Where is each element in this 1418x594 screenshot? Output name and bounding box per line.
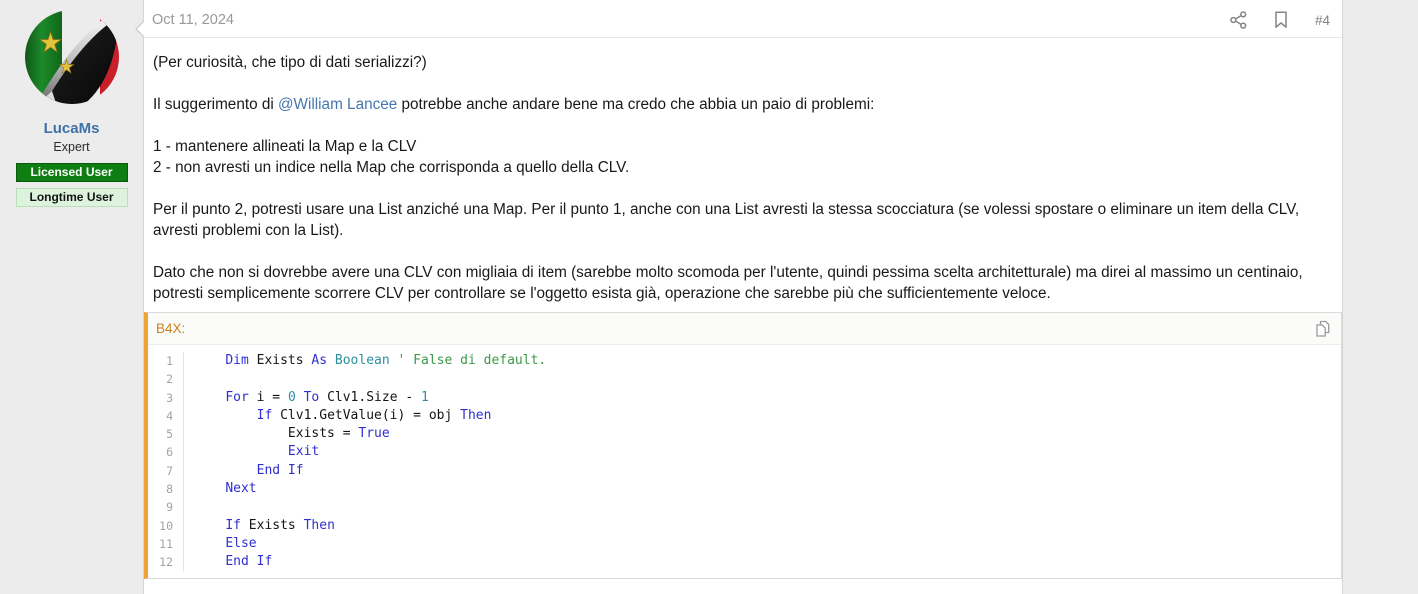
line-number: 2 (148, 370, 184, 388)
post-paragraph: 1 - mantenere allineati la Map e la CLV … (153, 136, 1333, 178)
code-text: Exists = True (184, 425, 390, 443)
line-number: 5 (148, 425, 184, 443)
user-badge: Longtime User (16, 188, 128, 207)
user-badges: Licensed User Longtime User (0, 163, 143, 207)
code-text: Else (184, 535, 257, 553)
code-line: 5 Exists = True (148, 425, 1341, 443)
code-text (184, 498, 202, 516)
code-line: 7 End If (148, 462, 1341, 480)
code-line: 12 End If (148, 553, 1341, 571)
code-text (184, 370, 202, 388)
code-line: 3 For i = 0 To Clv1.Size - 1 (148, 389, 1341, 407)
bookmark-icon[interactable] (1274, 11, 1288, 29)
avatar[interactable]: ★ ★ (22, 7, 122, 107)
code-line: 2 (148, 370, 1341, 388)
code-text: Dim Exists As Boolean ' False di default… (184, 352, 546, 370)
code-line: 8 Next (148, 480, 1341, 498)
user-mention-link[interactable]: @William Lancee (278, 96, 397, 113)
post-body: (Per curiosità, che tipo di dati seriali… (144, 52, 1342, 304)
line-number: 10 (148, 517, 184, 535)
code-line: 9 (148, 498, 1341, 516)
code-text: For i = 0 To Clv1.Size - 1 (184, 389, 429, 407)
username-link[interactable]: LucaMs (0, 120, 143, 137)
code-line: 10 If Exists Then (148, 517, 1341, 535)
share-icon[interactable] (1230, 11, 1247, 29)
user-badge: Licensed User (16, 163, 128, 182)
line-number: 6 (148, 443, 184, 461)
code-block-header: B4X: (148, 313, 1341, 345)
code-line: 1 Dim Exists As Boolean ' False di defau… (148, 352, 1341, 370)
code-language-label: B4X: (156, 321, 185, 336)
code-text: Exit (184, 443, 319, 461)
code-line: 6 Exit (148, 443, 1341, 461)
post-actions: #4 (1230, 11, 1330, 29)
code-text: If Clv1.GetValue(i) = obj Then (184, 407, 491, 425)
user-info-sidebar: ★ ★ LucaMs Expert Licensed User Longtime … (0, 0, 143, 207)
line-number: 8 (148, 480, 184, 498)
star-icon: ★ (38, 27, 63, 58)
code-line: 11 Else (148, 535, 1341, 553)
message-pointer-arrow (135, 20, 144, 38)
post-paragraph: (Per curiosità, che tipo di dati seriali… (153, 52, 1333, 73)
post-paragraph: Il suggerimento di @William Lancee potre… (153, 94, 1333, 115)
code-text: End If (184, 553, 272, 571)
post-header: Oct 11, 2024 #4 (144, 0, 1342, 38)
code-text: If Exists Then (184, 517, 335, 535)
code-text: Next (184, 480, 257, 498)
line-number: 12 (148, 553, 184, 571)
code-lines: 1 Dim Exists As Boolean ' False di defau… (148, 345, 1341, 578)
user-title: Expert (0, 140, 143, 154)
star-icon: ★ (58, 57, 75, 78)
code-line: 4 If Clv1.GetValue(i) = obj Then (148, 407, 1341, 425)
code-block: B4X: 1 Dim Exists As Boolean ' False di … (144, 312, 1342, 579)
post-number-link[interactable]: #4 (1315, 13, 1330, 28)
post-date-link[interactable]: Oct 11, 2024 (152, 12, 234, 28)
line-number: 11 (148, 535, 184, 553)
post-paragraph: Per il punto 2, potresti usare una List … (153, 199, 1333, 241)
code-text: End If (184, 462, 304, 480)
line-number: 1 (148, 352, 184, 370)
line-number: 3 (148, 389, 184, 407)
line-number: 7 (148, 462, 184, 480)
post-paragraph: Dato che non si dovrebbe avere una CLV c… (153, 262, 1333, 304)
copy-icon[interactable] (1314, 320, 1331, 338)
post-message: Oct 11, 2024 #4 (Per curiosità, che tipo… (143, 0, 1343, 594)
line-number: 9 (148, 498, 184, 516)
line-number: 4 (148, 407, 184, 425)
